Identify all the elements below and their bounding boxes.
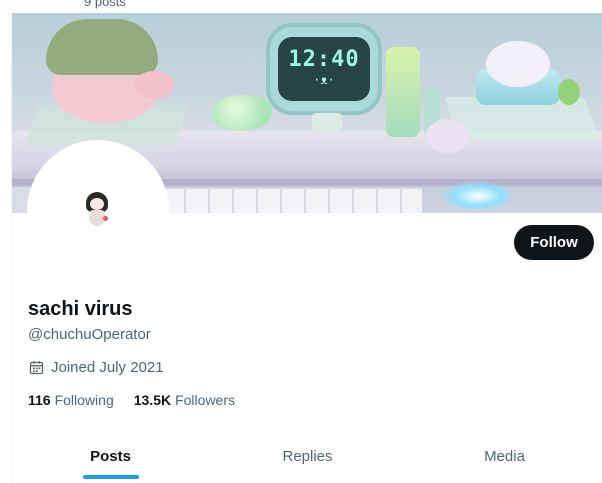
tab-media[interactable]: Media [406,430,602,483]
following-label: Following [54,392,114,408]
profile-stats: 116 Following 13.5K Followers [28,392,255,408]
following-count: 116 [28,392,51,408]
tab-replies-label: Replies [282,448,333,465]
tab-posts-label: Posts [90,448,131,465]
active-tab-indicator [82,475,139,479]
banner-bottle [386,47,420,137]
profile-tabs: Posts Replies Media [12,430,602,483]
tab-replies[interactable]: Replies [209,430,406,483]
following-link[interactable]: 116 Following [28,392,114,408]
banner-turtle-shell [46,19,158,75]
tab-media-label: Media [484,448,525,465]
avatar-image [83,192,113,230]
joined-text: Joined July 2021 [51,358,164,376]
banner-clock-face: ·ᴥ· [313,73,335,87]
display-name: sachi virus [28,298,133,320]
banner-clock-time: 12:40 [288,47,360,72]
tab-posts[interactable]: Posts [12,430,209,483]
followers-label: Followers [175,392,235,408]
banner-bunny-plush [486,41,550,87]
post-count: 9 posts [84,0,126,9]
banner-lamp-glow [442,181,514,211]
banner-glass-fish [212,95,272,131]
follow-button[interactable]: Follow [514,225,594,260]
banner-keyboard [162,187,422,213]
banner-robot-stand [312,113,342,131]
joined-date: Joined July 2021 [28,357,164,377]
calendar-icon [29,360,44,374]
avatar[interactable] [27,140,169,282]
followers-link[interactable]: 13.5K Followers [134,392,235,408]
user-handle: @chuchuOperator [28,326,151,343]
followers-count: 13.5K [133,392,172,408]
profile-panel: 12:40 ·ᴥ· Follow sachi virus @chuchuOper… [11,13,602,483]
banner-turtle-head [134,71,174,99]
banner-green-figure [558,79,580,105]
banner-bunny-small [426,119,470,153]
